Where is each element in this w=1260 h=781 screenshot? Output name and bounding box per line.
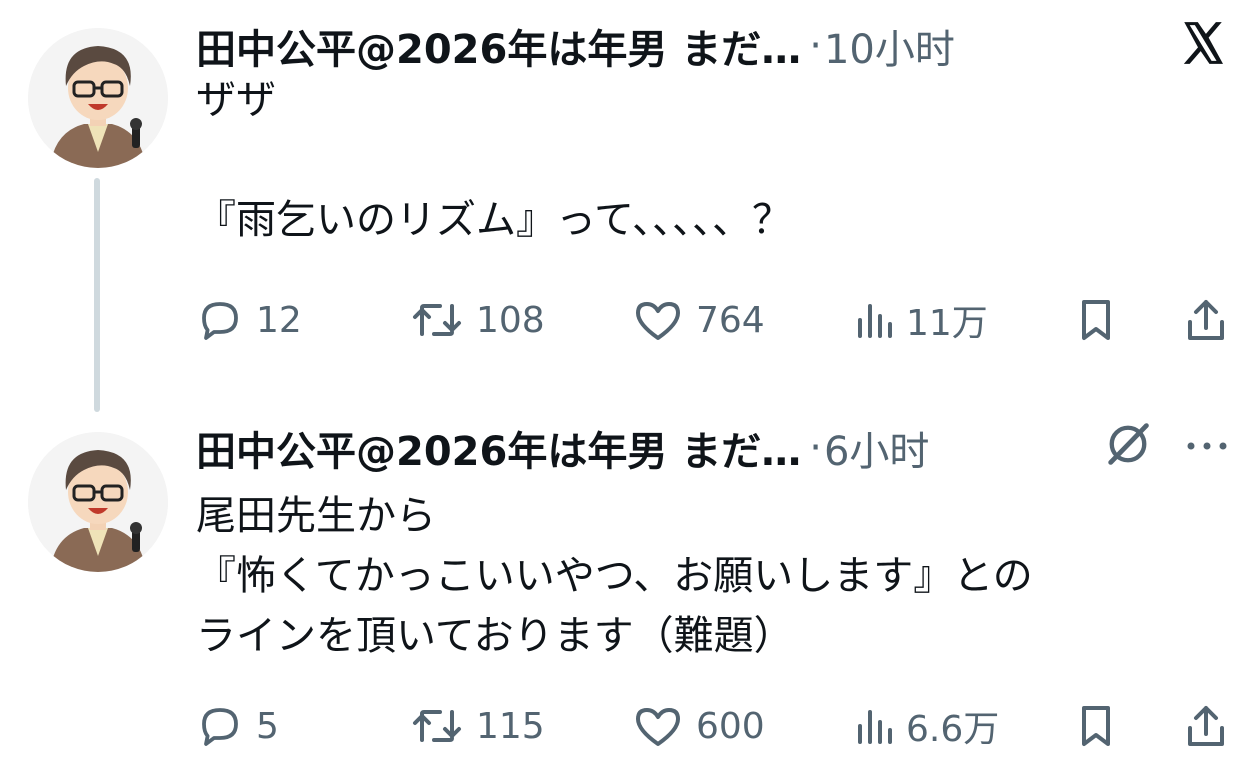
author-avatar[interactable] [28,28,168,168]
bookmark-button[interactable] [1076,696,1116,756]
views-button[interactable]: 6.6万 [854,696,999,756]
tweet-timestamp[interactable]: 10小时 [824,17,955,75]
like-button[interactable]: 600 [632,696,765,756]
tweet-action-bar: 5 115 600 6.6万 [196,696,1236,756]
tweet-timestamp[interactable]: 6小时 [824,419,929,477]
bookmark-icon [1082,706,1110,746]
author-name[interactable]: 田中公平@2026年は年男 まだ… [196,17,801,75]
share-upload-icon [1188,706,1224,746]
tweet-text-line: 『怖くてかっこいいやつ、お願いします』との [196,553,1033,599]
bookmark-button[interactable] [1076,290,1116,350]
tweet-header: 田中公平@2026年は年男 まだ… · 6小时 [196,418,929,478]
tweet-action-bar: 12 108 764 11万 [196,290,1236,350]
author-name[interactable]: 田中公平@2026年は年男 まだ… [196,419,801,477]
tweet-text-line: ザザ [196,77,276,123]
author-avatar[interactable] [28,432,168,572]
tweet-text: ザザ 『雨乞いのリズム』って、、、、、？ [196,70,792,250]
share-button[interactable] [1184,290,1228,350]
views-count: 11万 [906,303,988,344]
reply-count: 5 [256,705,279,747]
like-count: 600 [696,705,765,747]
heart-icon [636,708,680,746]
tweet-text-line: ラインを頂いております（難題） [196,613,794,659]
like-button[interactable]: 764 [632,290,765,350]
header-separator: · [809,425,822,471]
thread-connector-line [94,178,100,412]
retweet-button[interactable]: 108 [410,290,545,350]
more-dots-icon[interactable] [1184,436,1230,456]
views-count: 6.6万 [906,709,1000,750]
tweet-text-line: 『雨乞いのリズム』って、、、、、？ [196,197,792,243]
heart-icon [636,302,680,340]
grok-icon[interactable] [1102,418,1154,470]
like-count: 764 [696,299,765,341]
tweet-text-line: 尾田先生から [196,493,436,539]
reply-count: 12 [256,299,302,341]
tweet-header: 田中公平@2026年は年男 まだ… · 10小时 [196,16,955,76]
views-button[interactable]: 11万 [854,290,988,350]
header-separator: · [809,23,822,69]
bar-chart-icon [858,304,892,338]
tweet-text: 尾田先生から 『怖くてかっこいいやつ、お願いします』との ラインを頂いております… [196,486,1033,666]
bar-chart-icon [858,710,892,744]
reply-button[interactable]: 12 [196,290,302,350]
share-button[interactable] [1184,696,1228,756]
retweet-arrows-icon [413,304,461,336]
retweet-arrows-icon [413,710,461,742]
x-logo-icon [1183,22,1223,64]
retweet-button[interactable]: 115 [410,696,545,756]
tweet-1[interactable]: 田中公平@2026年は年男 まだ… · 10小时 ザザ 『雨乞いのリズム』って、… [0,0,1260,412]
share-upload-icon [1188,300,1224,340]
bookmark-icon [1082,300,1110,340]
reply-button[interactable]: 5 [196,696,279,756]
reply-bubble-icon [202,302,238,340]
retweet-count: 115 [476,705,545,747]
tweet-2[interactable]: 田中公平@2026年は年男 まだ… · 6小时 尾田先生から 『怖くてかっこいい… [0,410,1260,781]
tweet-text-line [196,130,792,190]
reply-bubble-icon [202,708,238,746]
retweet-count: 108 [476,299,545,341]
